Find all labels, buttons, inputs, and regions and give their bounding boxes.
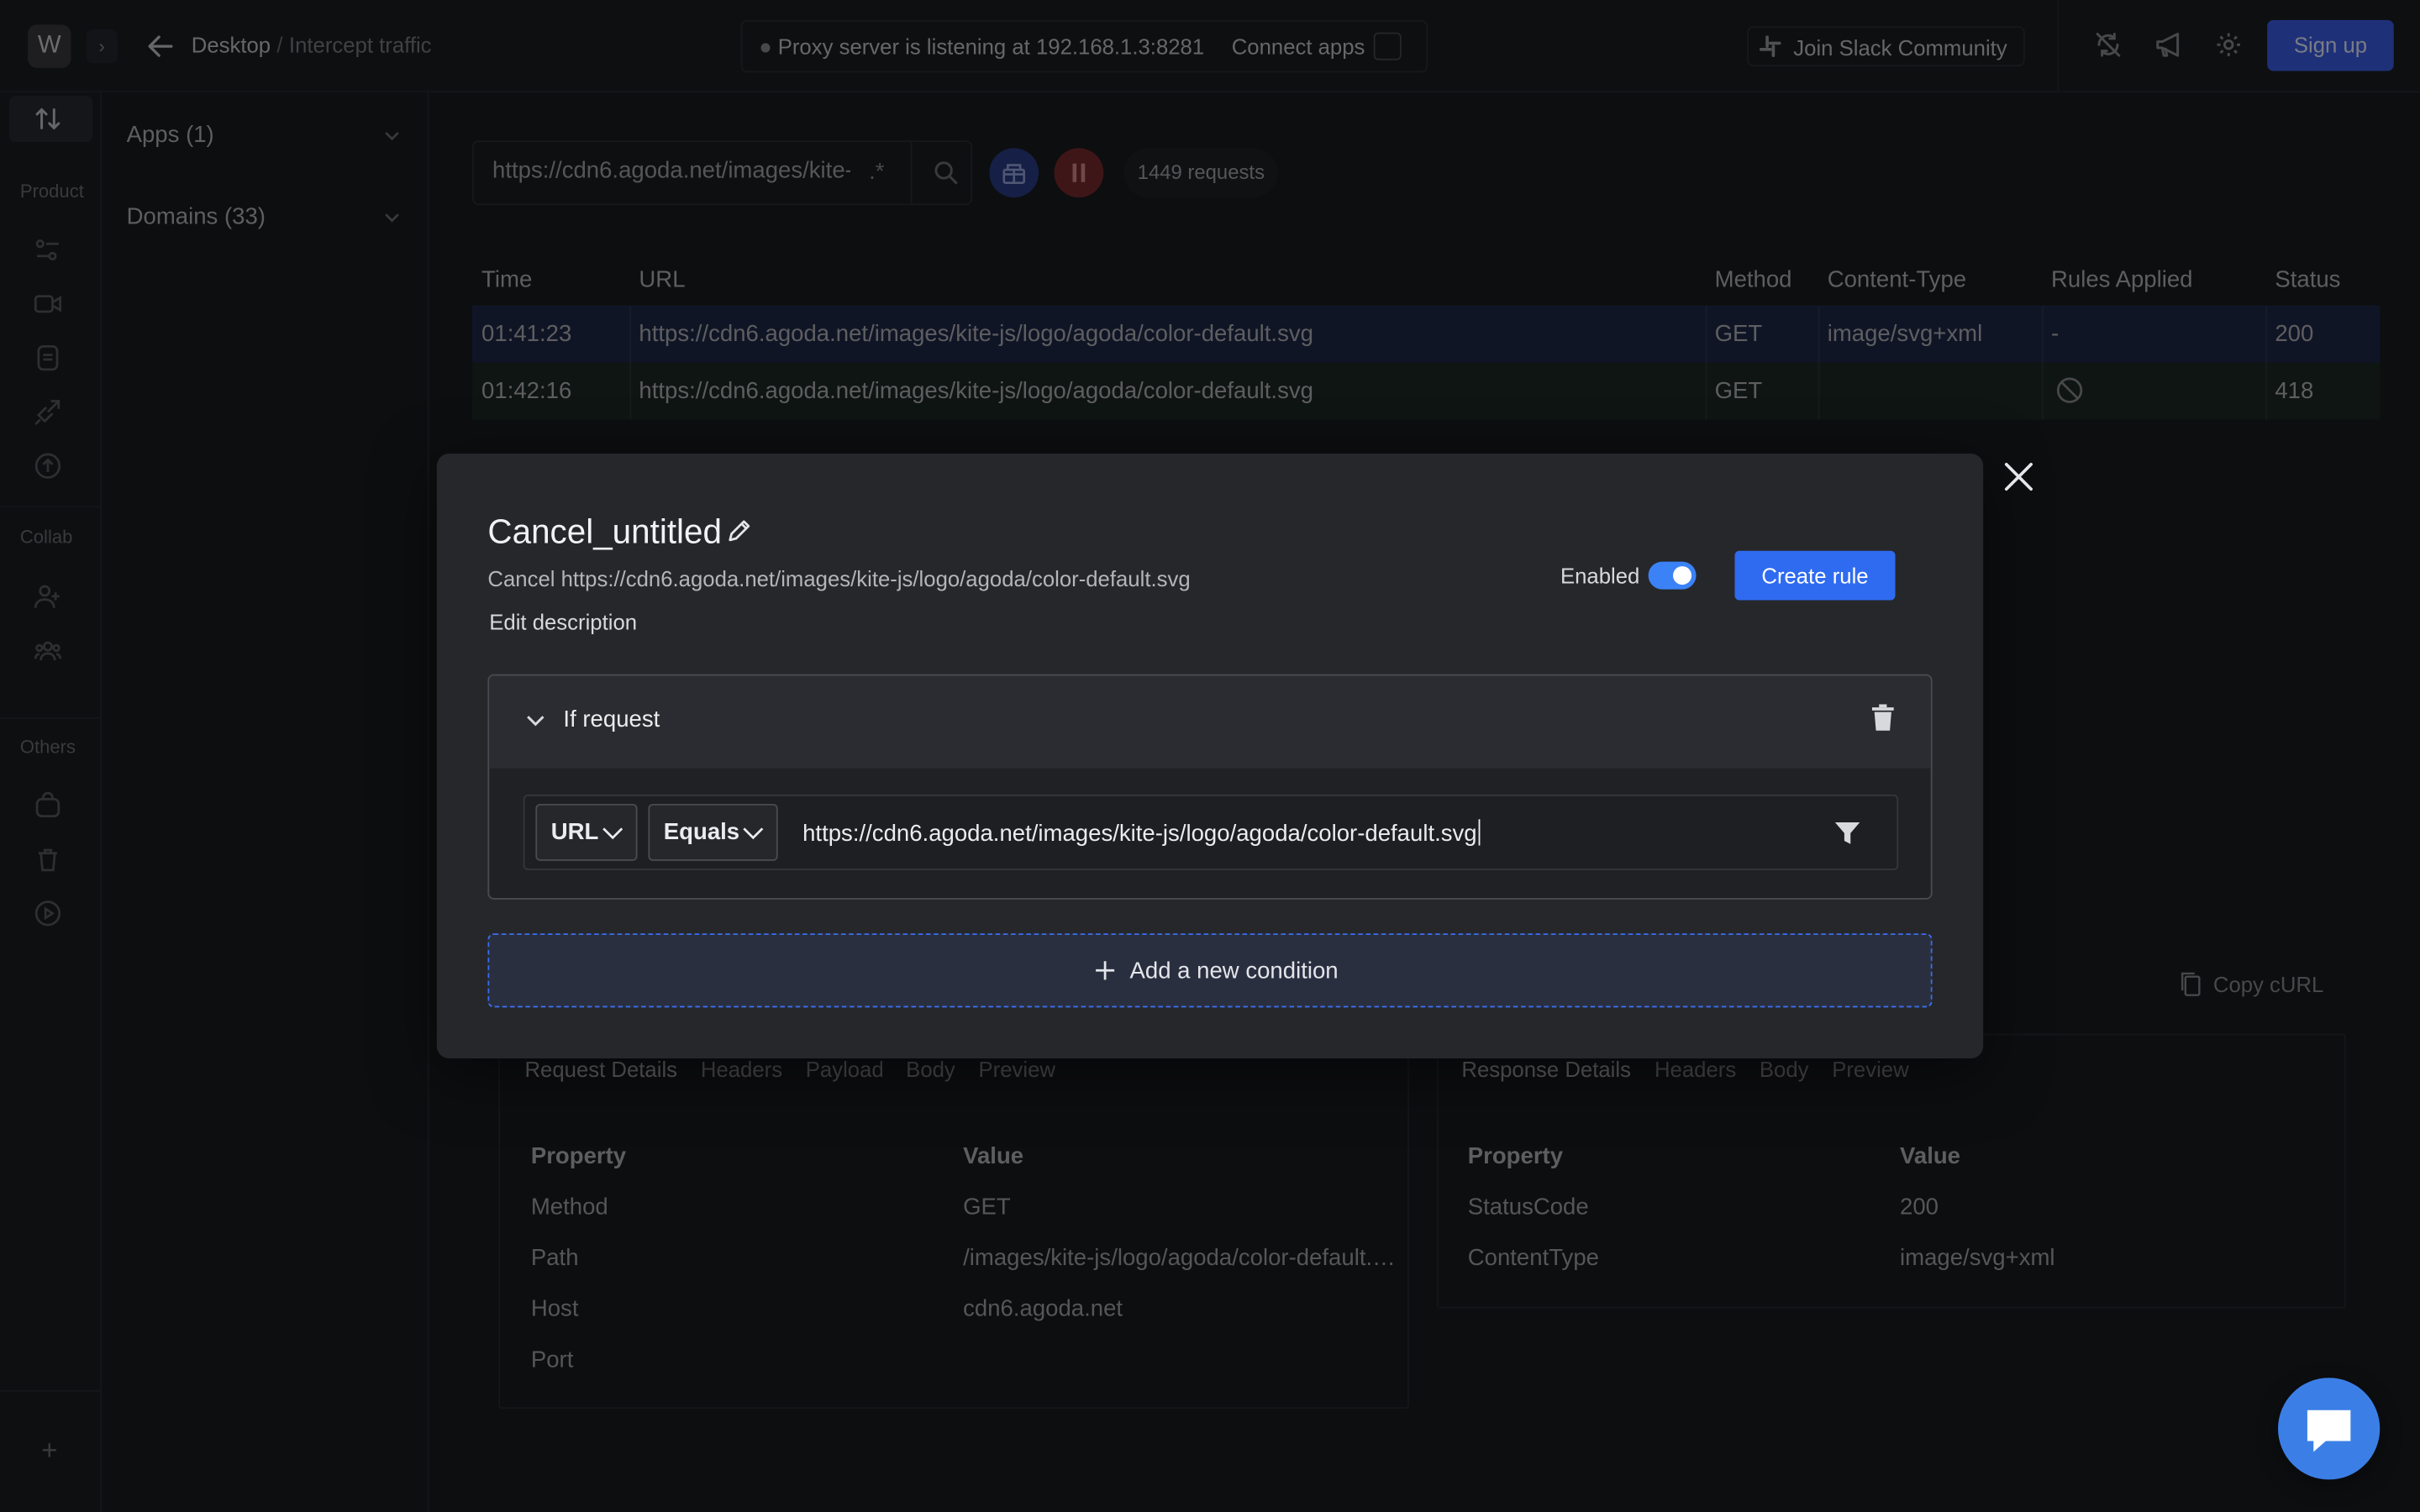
- enabled-toggle[interactable]: [1648, 561, 1697, 590]
- enabled-label: Enabled: [1560, 563, 1640, 588]
- chevron-down-icon: [602, 826, 623, 841]
- text-caret: [1478, 819, 1481, 846]
- condition-value-text: https://cdn6.agoda.net/images/kite-js/lo…: [802, 821, 1477, 848]
- add-condition-button[interactable]: Add a new condition: [487, 933, 1933, 1008]
- create-rule-button[interactable]: Create rule: [1734, 550, 1896, 601]
- chat-icon: [2304, 1407, 2354, 1453]
- support-chat-button[interactable]: [2278, 1378, 2381, 1480]
- condition-value-input[interactable]: https://cdn6.agoda.net/images/kite-js/lo…: [802, 819, 1481, 848]
- condition-group-header[interactable]: If request: [489, 675, 1931, 769]
- chevron-down-icon: [742, 826, 764, 841]
- condition-row: URL Equals https://cdn6.agoda.net/images…: [523, 794, 1899, 870]
- operator-select[interactable]: Equals: [648, 803, 778, 861]
- toggle-knob: [1673, 566, 1692, 585]
- edit-description-button[interactable]: Edit description: [489, 610, 637, 634]
- field-select-value: URL: [550, 819, 599, 846]
- close-icon[interactable]: [2002, 459, 2035, 493]
- rule-description: Cancel https://cdn6.agoda.net/images/kit…: [487, 566, 1191, 591]
- add-condition-label: Add a new condition: [1129, 958, 1339, 984]
- rule-name: Cancel_untitled: [487, 512, 722, 551]
- field-select[interactable]: URL: [535, 803, 638, 861]
- chevron-down-icon[interactable]: [524, 710, 546, 732]
- pencil-icon[interactable]: [727, 518, 751, 543]
- trash-icon[interactable]: [1870, 704, 1895, 732]
- condition-group-title: If request: [563, 706, 660, 733]
- condition-group: If request URL Equals https://cdn6.agoda…: [487, 674, 1933, 900]
- filter-icon[interactable]: [1833, 819, 1861, 847]
- plus-icon: [1094, 959, 1116, 981]
- create-rule-modal: Cancel_untitled Cancel https://cdn6.agod…: [436, 454, 1984, 1059]
- operator-select-value: Equals: [663, 819, 740, 846]
- app-root: W › Desktop / Intercept traffic Proxy serv…: [0, 0, 2420, 1512]
